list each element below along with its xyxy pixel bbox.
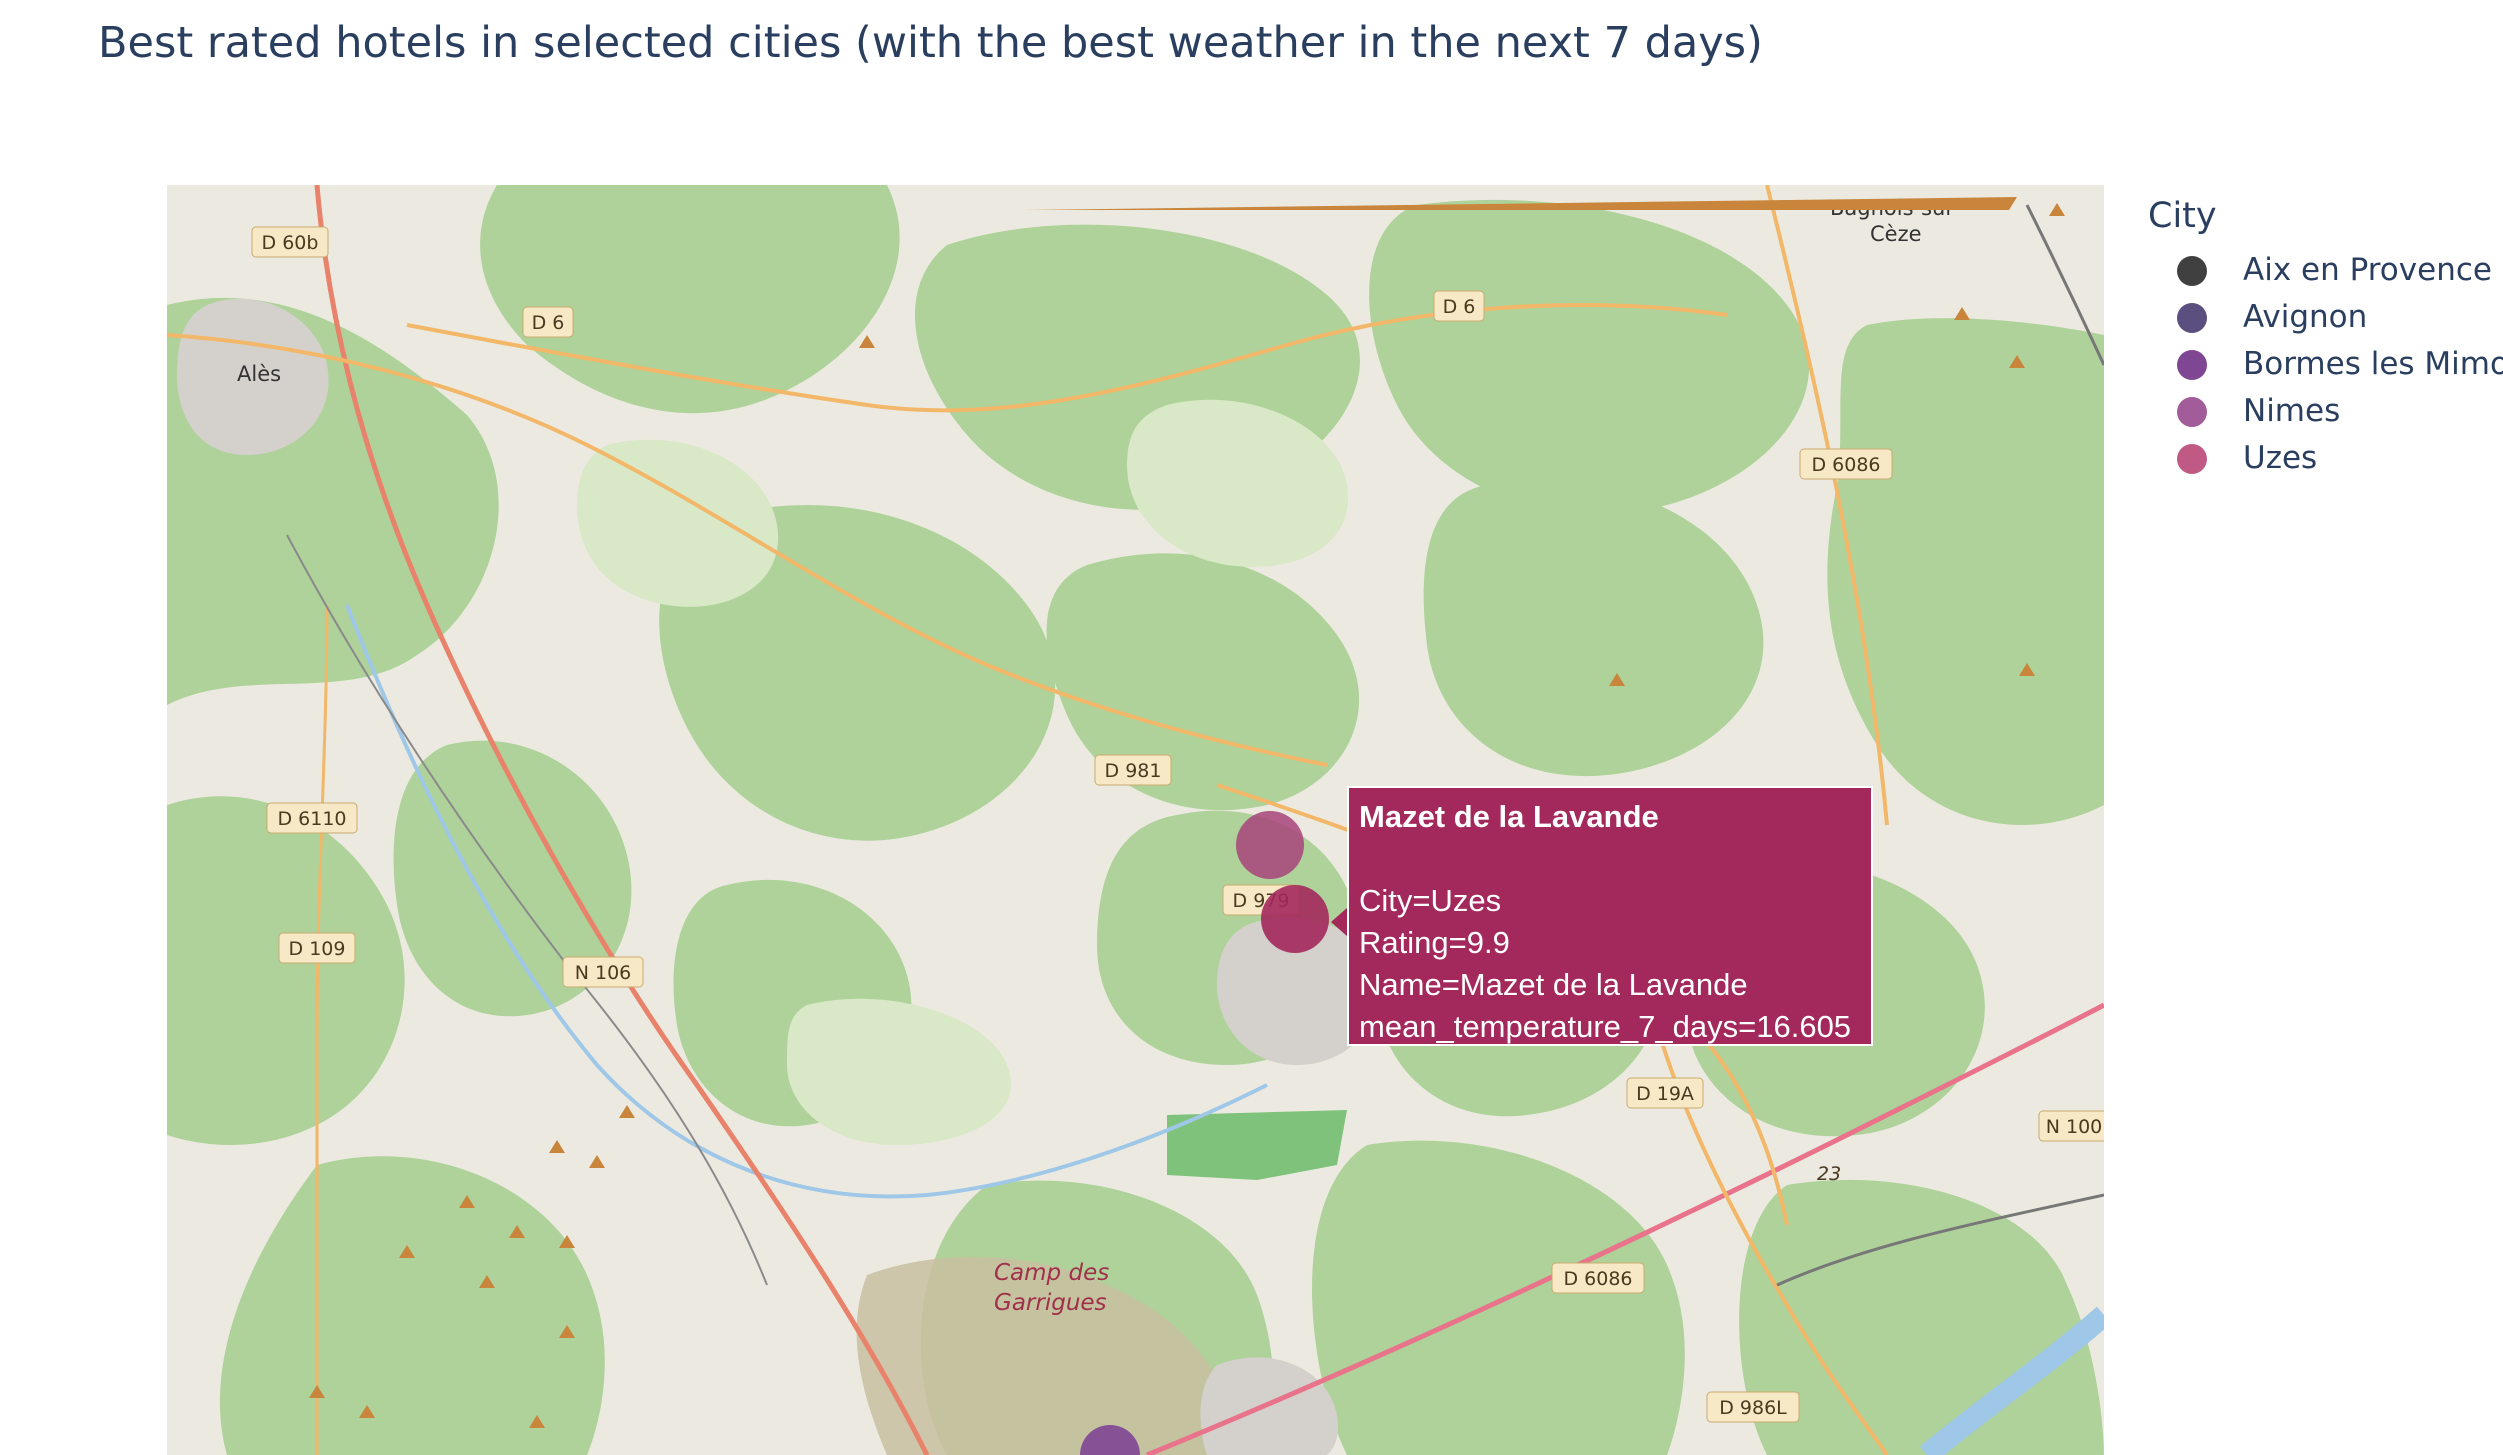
legend-label: Nimes — [2243, 393, 2341, 429]
legend-label: Avignon — [2243, 299, 2368, 335]
road-label-d6086-north: D 6086 — [1811, 454, 1880, 476]
hover-tooltip: Mazet de la Lavande City=Uzes Rating=9.9… — [1347, 786, 1873, 1046]
legend-marker-icon — [2177, 303, 2207, 333]
road-label-d6086-south: D 6086 — [1563, 1268, 1632, 1290]
road-label-d6-west: D 6 — [532, 312, 565, 334]
road-label-d986l: D 986L — [1719, 1397, 1787, 1419]
legend-item-nimes[interactable]: Nimes — [2148, 391, 2503, 438]
legend-marker-icon — [2177, 444, 2207, 474]
legend-marker-icon — [2177, 350, 2207, 380]
legend-item-bormes[interactable]: Bormes les Mimosas — [2148, 344, 2503, 391]
tooltip-mean-temperature: mean_temperature_7_days=16.605 — [1359, 1009, 1852, 1044]
place-label-camp-des: Camp des — [994, 1260, 1109, 1286]
legend-label: Uzes — [2243, 440, 2318, 476]
legend-item-aix[interactable]: Aix en Provence — [2148, 250, 2503, 297]
tooltip-city: City=Uzes — [1359, 883, 1502, 918]
road-label-d6-east: D 6 — [1443, 296, 1476, 318]
legend: City Aix en Provence Avignon Bormes les … — [2148, 196, 2503, 485]
legend-label: Aix en Provence — [2243, 252, 2492, 288]
road-label-n106: N 106 — [575, 962, 632, 984]
legend-marker-icon — [2177, 256, 2207, 286]
tooltip-rating: Rating=9.9 — [1359, 925, 1510, 960]
road-label-a23: 23 — [1817, 1163, 1841, 1185]
figure: Best rated hotels in selected cities (wi… — [0, 0, 2503, 1455]
tooltip-arrow — [1331, 907, 1348, 937]
legend-label: Bormes les Mimosas — [2243, 346, 2503, 382]
tooltip-name: Name=Mazet de la Lavande — [1359, 967, 1748, 1002]
legend-marker-icon — [2177, 397, 2207, 427]
legend-item-avignon[interactable]: Avignon — [2148, 297, 2503, 344]
place-label-garrigues: Garrigues — [994, 1290, 1107, 1316]
place-label-ceze: Cèze — [1870, 222, 1922, 246]
legend-item-uzes[interactable]: Uzes — [2148, 438, 2503, 485]
road-label-d6110: D 6110 — [277, 808, 346, 830]
legend-title: City — [2148, 196, 2217, 236]
road-label-d109: D 109 — [289, 938, 346, 960]
chart-title: Best rated hotels in selected cities (wi… — [98, 18, 1763, 68]
hotel-marker-uzes-1[interactable] — [1236, 811, 1304, 879]
road-label-d981: D 981 — [1105, 760, 1162, 782]
road-label-n100: N 100 — [2046, 1116, 2103, 1138]
hotel-marker-uzes-highlighted[interactable] — [1261, 885, 1329, 953]
place-label-ales: Alès — [237, 362, 281, 386]
road-label-d19a: D 19A — [1636, 1083, 1694, 1105]
tooltip-hotel-name: Mazet de la Lavande — [1359, 799, 1659, 834]
road-label-d60b: D 60b — [262, 232, 319, 254]
